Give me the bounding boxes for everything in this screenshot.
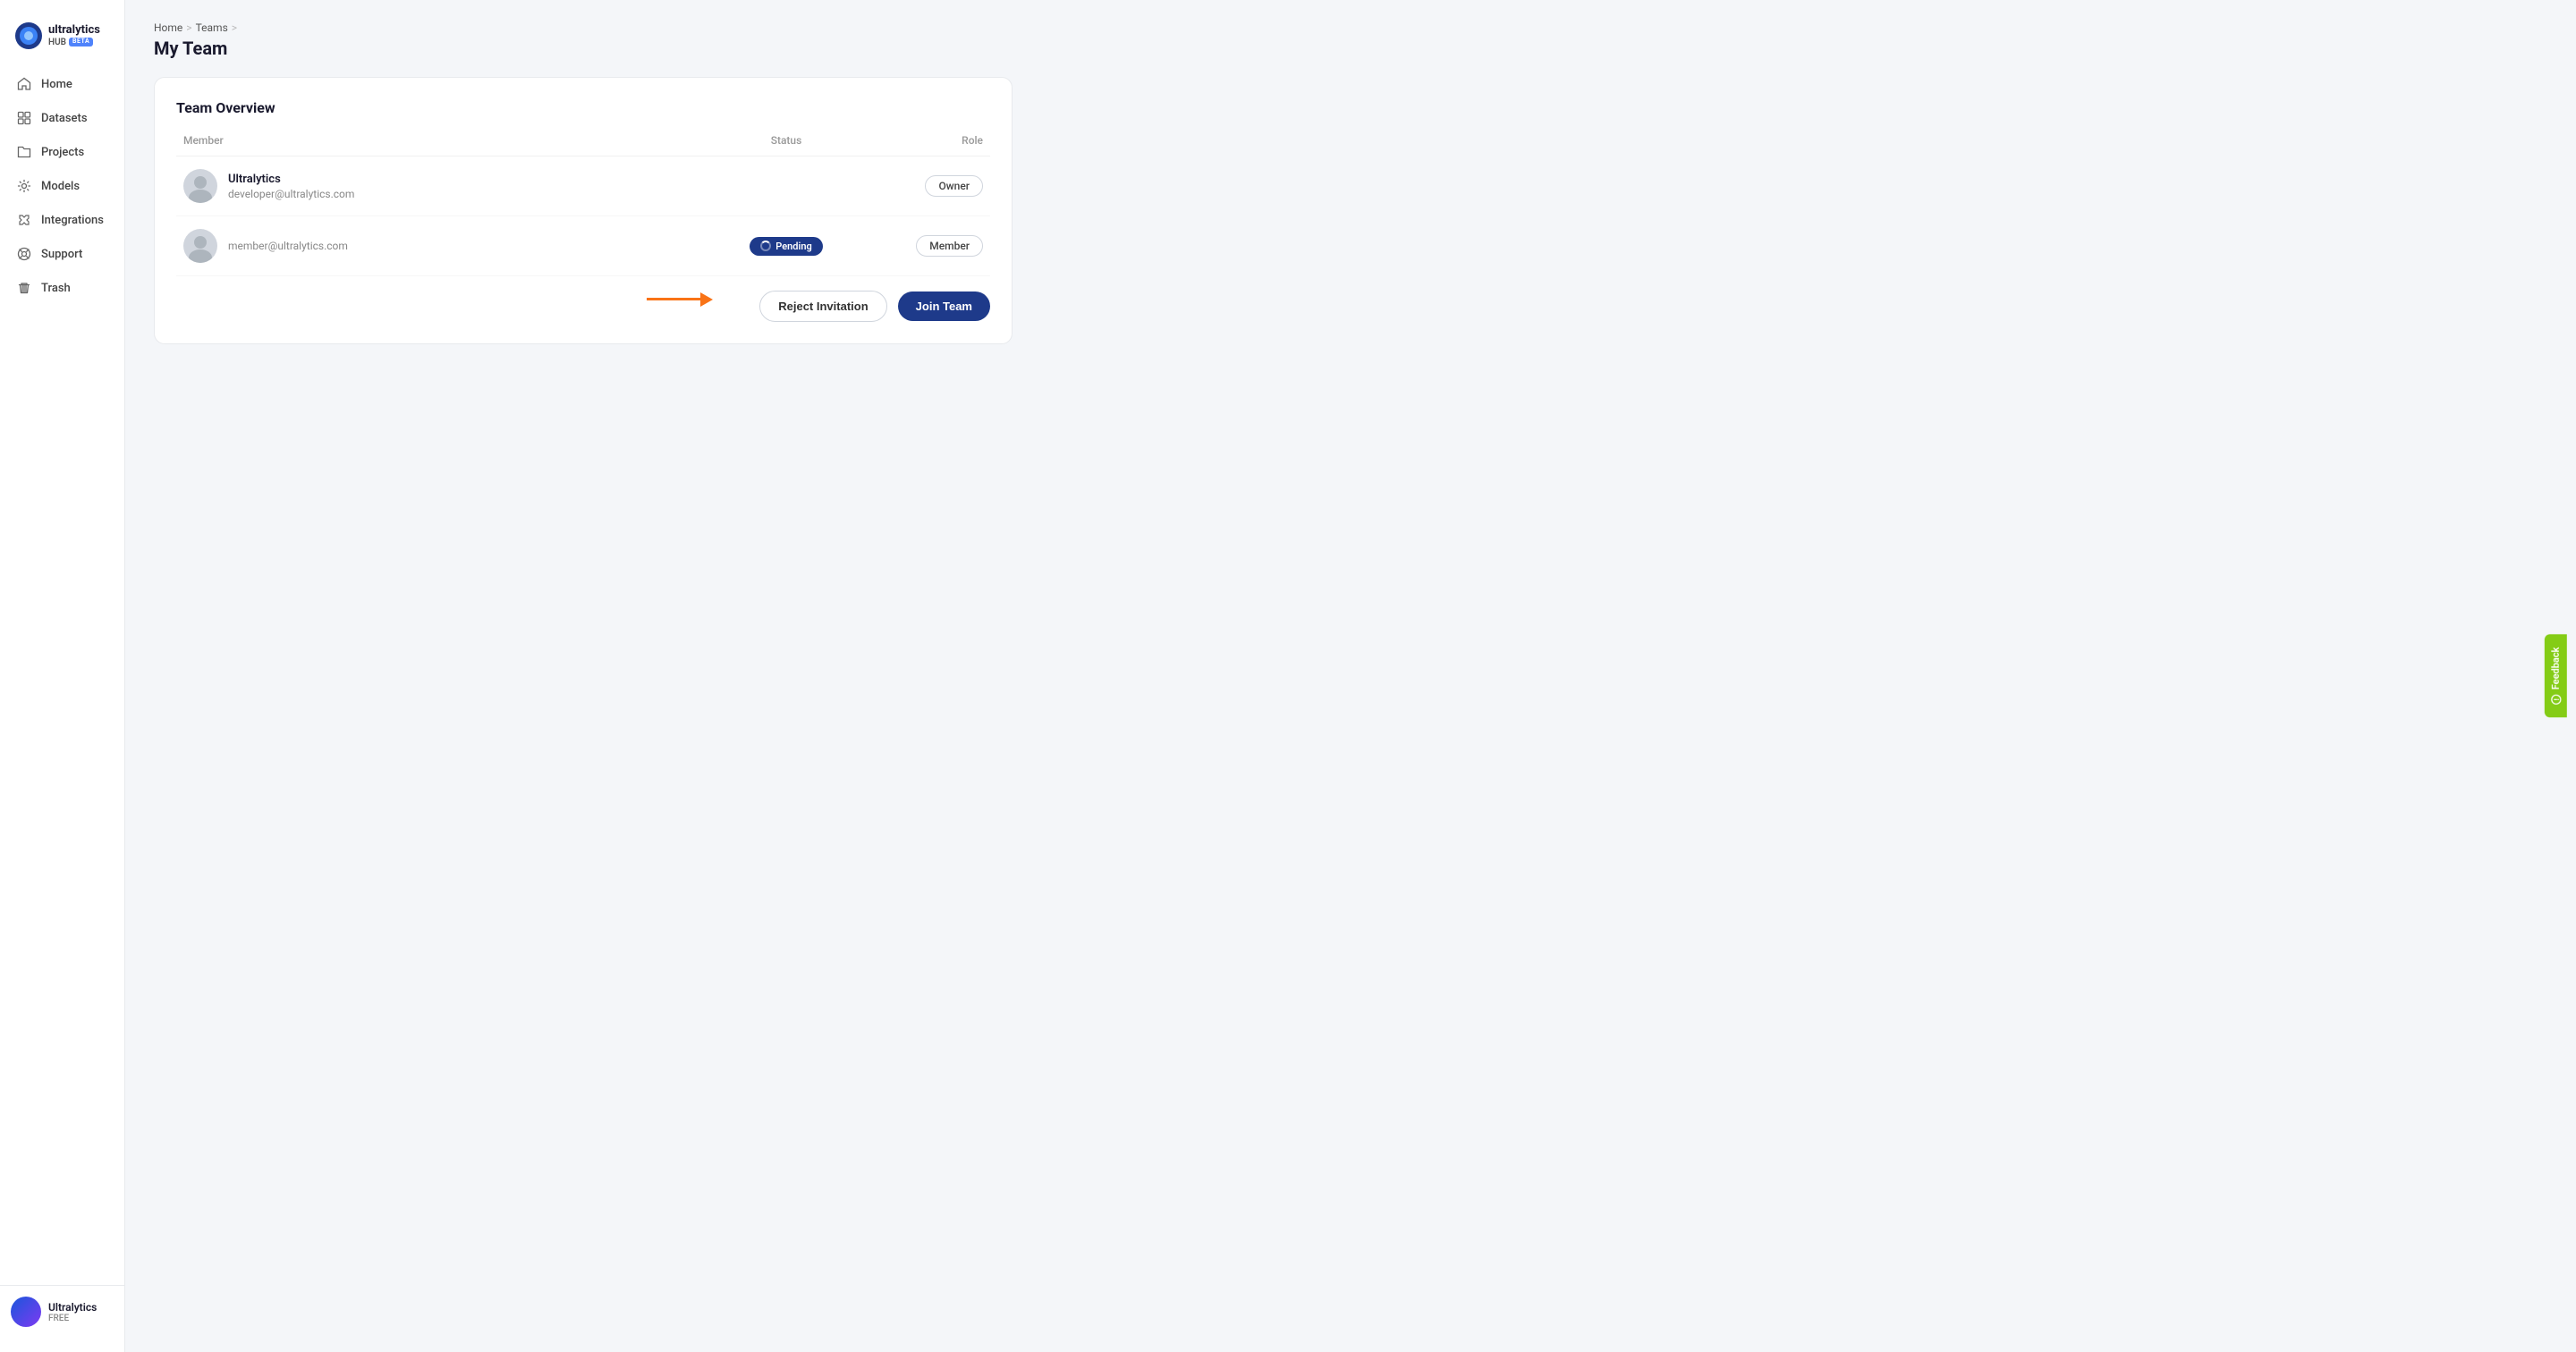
table-header: Member Status Role bbox=[176, 134, 990, 156]
page-title: My Team bbox=[154, 38, 2547, 59]
datasets-icon bbox=[16, 110, 32, 126]
breadcrumb-teams[interactable]: Teams bbox=[196, 21, 228, 34]
footer-username: Ultralytics bbox=[48, 1301, 97, 1314]
sidebar-item-home-label: Home bbox=[41, 78, 72, 91]
integrations-icon bbox=[16, 212, 32, 228]
pending-label: Pending bbox=[775, 241, 812, 252]
sidebar-nav: Home Datasets Projects bbox=[0, 68, 124, 1285]
feedback-label: Feedback bbox=[2550, 647, 2562, 690]
logo-hub: HUB bbox=[48, 38, 66, 47]
sidebar-item-integrations-label: Integrations bbox=[41, 214, 104, 227]
team-overview-card: Team Overview Member Status Role Ultraly… bbox=[154, 77, 1013, 344]
col-member: Member bbox=[183, 134, 697, 147]
beta-badge: BETA bbox=[69, 38, 93, 46]
action-row: Reject Invitation Join Team bbox=[176, 276, 990, 322]
role-cell-2: Member bbox=[876, 235, 983, 257]
status-cell-2: Pending bbox=[697, 237, 876, 256]
sidebar-item-trash-label: Trash bbox=[41, 282, 71, 295]
sidebar-item-datasets-label: Datasets bbox=[41, 112, 88, 125]
projects-icon bbox=[16, 144, 32, 160]
sidebar-item-trash[interactable]: Trash bbox=[7, 272, 117, 304]
avatar-silhouette-1 bbox=[183, 169, 217, 203]
table-row: member@ultralytics.com Pending Member bbox=[176, 216, 990, 276]
feedback-icon bbox=[2551, 694, 2562, 705]
breadcrumb: Home > Teams > bbox=[154, 21, 2547, 34]
arrow-line bbox=[647, 298, 700, 300]
arrow-head bbox=[700, 292, 713, 307]
col-role: Role bbox=[876, 134, 983, 147]
member-info-2: member@ultralytics.com bbox=[183, 229, 697, 263]
col-status: Status bbox=[697, 134, 876, 147]
home-icon bbox=[16, 76, 32, 92]
sidebar-item-datasets[interactable]: Datasets bbox=[7, 102, 117, 134]
sidebar-item-projects[interactable]: Projects bbox=[7, 136, 117, 168]
footer-plan: FREE bbox=[48, 1314, 97, 1323]
table-row: Ultralytics developer@ultralytics.com Ow… bbox=[176, 156, 990, 216]
sidebar: ultralytics HUB BETA Home bbox=[0, 0, 125, 1352]
trash-icon bbox=[16, 280, 32, 296]
sidebar-item-models[interactable]: Models bbox=[7, 170, 117, 202]
sidebar-item-projects-label: Projects bbox=[41, 146, 84, 159]
breadcrumb-sep-1: > bbox=[186, 21, 191, 34]
role-badge-1: Owner bbox=[925, 175, 983, 197]
feedback-button[interactable]: Feedback bbox=[2545, 635, 2567, 718]
pending-badge: Pending bbox=[750, 237, 823, 256]
models-icon bbox=[16, 178, 32, 194]
logo-name: ultralytics bbox=[48, 24, 100, 37]
pending-spinner bbox=[760, 241, 771, 251]
support-icon bbox=[16, 246, 32, 262]
avatar-1 bbox=[183, 169, 217, 203]
breadcrumb-sep-2: > bbox=[232, 21, 237, 34]
avatar-silhouette-2 bbox=[183, 229, 217, 263]
sidebar-item-models-label: Models bbox=[41, 180, 80, 193]
main-content: Home > Teams > My Team Team Overview Mem… bbox=[125, 0, 2576, 1352]
avatar bbox=[11, 1297, 41, 1327]
breadcrumb-home[interactable]: Home bbox=[154, 21, 182, 34]
sidebar-item-support[interactable]: Support bbox=[7, 238, 117, 270]
reject-invitation-button[interactable]: Reject Invitation bbox=[759, 291, 886, 322]
team-card-title: Team Overview bbox=[176, 99, 990, 116]
avatar-2 bbox=[183, 229, 217, 263]
member-2-email: member@ultralytics.com bbox=[228, 240, 348, 252]
logo: ultralytics HUB BETA bbox=[0, 14, 124, 68]
ultralytics-logo-icon bbox=[14, 21, 43, 50]
join-team-button[interactable]: Join Team bbox=[898, 292, 990, 321]
role-cell-1: Owner bbox=[876, 175, 983, 197]
member-1-name: Ultralytics bbox=[228, 173, 354, 186]
sidebar-item-support-label: Support bbox=[41, 248, 82, 261]
member-1-email: developer@ultralytics.com bbox=[228, 188, 354, 200]
sidebar-footer[interactable]: Ultralytics FREE bbox=[0, 1285, 124, 1338]
member-info-1: Ultralytics developer@ultralytics.com bbox=[183, 169, 697, 203]
role-badge-2: Member bbox=[916, 235, 983, 257]
sidebar-item-integrations[interactable]: Integrations bbox=[7, 204, 117, 236]
sidebar-item-home[interactable]: Home bbox=[7, 68, 117, 100]
arrow-annotation bbox=[647, 292, 713, 307]
